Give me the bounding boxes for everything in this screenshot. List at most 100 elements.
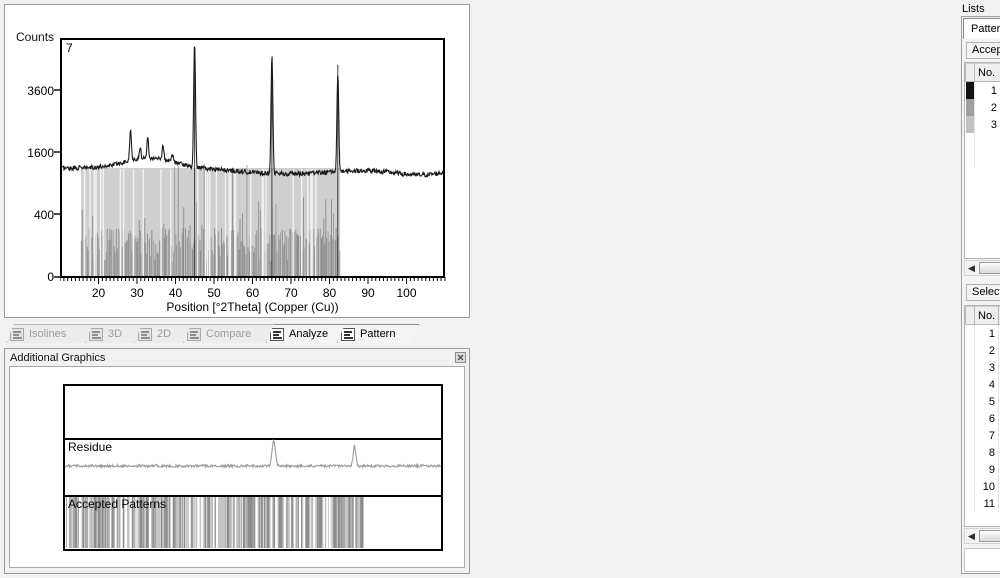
accepted-pattern-row: Accepted Pattern:: [964, 40, 1000, 61]
table-row[interactable]: 3ICD 01-074-1778Zinc Ph...Zn3 ( P O4 )2 …: [965, 116, 1000, 133]
view-tab-bar[interactable]: Isolines 3D 2D Compare Analyze Pattern: [6, 324, 470, 344]
view-tab-isolines[interactable]: Isolines: [6, 324, 94, 343]
diffraction-plot-svg: [62, 46, 443, 276]
analyze-icon: [270, 328, 284, 341]
residue-plot-svg: [64, 438, 442, 548]
pattern-list-hscrollbar[interactable]: ◀ ▶: [964, 260, 1000, 276]
x-tick-20: 20: [91, 286, 106, 300]
x-tick-100: 100: [396, 286, 417, 300]
table-row[interactable]: 4ICD 01-07...8Iron Phosph...0.020...Fe3 …: [965, 376, 1000, 393]
x-tick-90: 90: [361, 286, 375, 300]
row-selector[interactable]: [965, 444, 975, 461]
table-row[interactable]: 9ICD 01-07...4Zinc Iron Ph...1.700...Zn2…: [965, 461, 1000, 478]
lists-tab-bar[interactable]: Pattern ListScan ListPeak ListAnchor Sca…: [963, 18, 1000, 39]
residue-band-label: Residue: [68, 440, 113, 454]
y-tick-0: 0: [47, 270, 54, 284]
row-number: 3: [974, 359, 999, 376]
row-number: 6: [974, 410, 999, 427]
tab-label: Pattern List: [971, 23, 1000, 35]
view-tab-compare[interactable]: Compare: [183, 324, 275, 343]
view-tab-label: Isolines: [29, 328, 67, 340]
row-selector[interactable]: [965, 99, 975, 116]
row-selector[interactable]: [965, 342, 975, 359]
cube-icon: [89, 328, 103, 341]
row-selector[interactable]: [965, 376, 975, 393]
table-row[interactable]: 3ICD 03-06...9Iron10.77...FeC: [965, 359, 1000, 376]
view-tab-label: 3D: [108, 328, 123, 340]
row-number: 10: [974, 478, 999, 495]
candidate-col-selector[interactable]: [965, 306, 975, 325]
hscroll-thumb[interactable]: [979, 262, 1000, 274]
hscroll-thumb[interactable]: [979, 530, 1000, 542]
row-number: 1: [974, 324, 999, 342]
table-row[interactable]: 7ICD 01-07...4Hydrogen P...2.870...H3 P …: [965, 427, 1000, 444]
scroll-left-icon[interactable]: ◀: [965, 261, 978, 275]
tab-pattern-list[interactable]: Pattern List: [963, 18, 1000, 39]
compare-icon: [187, 328, 201, 341]
x-axis-title: Position [°2Theta] (Copper (Cu)): [166, 300, 339, 314]
row-selector[interactable]: [965, 495, 975, 512]
table-row[interactable]: 11ICD 01-07...4Hydrogen P...2.840...H3 P…: [965, 495, 1000, 512]
accepted-pattern-field[interactable]: Accepted Pattern:: [966, 42, 1000, 59]
view-tab-label: Pattern: [360, 328, 396, 340]
pattern-col-selector[interactable]: [965, 63, 975, 82]
row-selector[interactable]: [965, 359, 975, 376]
table-row[interactable]: 5ICD 00-05...6Iron Phosph...0.000...Fe P…: [965, 393, 1000, 410]
view-tab-analyze[interactable]: Analyze: [266, 324, 346, 343]
row-selector[interactable]: [965, 478, 975, 495]
y-tick-1600: 1600: [27, 146, 54, 160]
selected-candidate-row: Selected Candidate: 01-074-1778: [964, 283, 1000, 303]
x-tick-70: 70: [284, 286, 298, 300]
left-pane: Counts 7 3600 1600 400 0 20 30 40 50 60 70 80 9…: [0, 0, 478, 578]
row-number: 2: [974, 99, 1000, 116]
row-selector[interactable]: [965, 81, 975, 99]
row-number: 1: [974, 81, 1000, 99]
view-tab-3d[interactable]: 3D: [85, 324, 143, 343]
row-selector[interactable]: [965, 116, 975, 133]
scroll-left-icon[interactable]: ◀: [965, 529, 978, 543]
view-tab-pattern[interactable]: Pattern: [337, 324, 419, 343]
row-number: 11: [974, 495, 999, 512]
table-row[interactable]: 8ICD 00-02...4Iron Hydrog...0.000...H2 F…: [965, 444, 1000, 461]
table-row[interactable]: 1ICD 01-087-0722IronFe37390.968 B: [965, 81, 1000, 99]
view-tab-2d[interactable]: 2D: [134, 324, 192, 343]
y-tick-400: 400: [33, 208, 54, 222]
residue-and-patterns-plot[interactable]: Residue Accepted Patterns: [63, 384, 443, 551]
row-number: 9: [974, 461, 999, 478]
row-selector[interactable]: [965, 461, 975, 478]
candidate-list-hscrollbar[interactable]: ◀ ▶: [964, 528, 1000, 544]
row-number: 4: [974, 376, 999, 393]
diffraction-plot[interactable]: 7: [60, 38, 445, 278]
x-tick-marks: [60, 277, 446, 284]
status-area: [964, 548, 1000, 572]
table-row[interactable]: 10ICD 01-07...4Iron Phosph...4.220...Fe …: [965, 478, 1000, 495]
table-row[interactable]: 6ICD 00-00...5Zinc Hydroxi...0.000...Zn …: [965, 410, 1000, 427]
view-tab-label: 2D: [157, 328, 172, 340]
y-axis-title: Counts: [16, 30, 55, 44]
table-row-empty: [965, 150, 1000, 167]
table-row[interactable]: 2ICD 01-083-1246Zinc Iro...Zn2 Fe ( P O4…: [965, 99, 1000, 116]
table-row[interactable]: 1ICD 00-00...13Iron0.000...FeS: [965, 324, 1000, 342]
pattern-col-no[interactable]: No.: [974, 63, 1000, 82]
surface-icon: [138, 328, 152, 341]
x-tick-60: 60: [245, 286, 260, 300]
row-number: 7: [974, 427, 999, 444]
candidate-col-no[interactable]: No.: [974, 306, 999, 325]
y-tick-marks: [54, 89, 60, 278]
row-selector[interactable]: [965, 324, 975, 342]
table-row-empty: [965, 133, 1000, 150]
pattern-list-grid[interactable]: No.VisibleRef. CodeCompo...Chemical Form…: [964, 62, 1000, 259]
close-icon[interactable]: [455, 352, 466, 363]
table-row[interactable]: 2ICD 01-08...10Hydrogen0.320...H2C;NAT;N…: [965, 342, 1000, 359]
row-number: 2: [974, 342, 999, 359]
y-tick-3600: 3600: [27, 84, 54, 98]
row-selector[interactable]: [965, 393, 975, 410]
pattern-icon: [341, 328, 355, 341]
candidate-list-grid[interactable]: No.Ref. Code↷SCompound ...RIRChemical Fo…: [964, 305, 1000, 527]
selected-candidate-field[interactable]: Selected Candidate: 01-074-1778: [966, 284, 1000, 301]
row-selector[interactable]: [965, 410, 975, 427]
view-tab-label: Analyze: [289, 328, 329, 340]
row-selector[interactable]: [965, 427, 975, 444]
additional-graphics-title: Additional Graphics: [10, 352, 106, 364]
view-tab-label: Compare: [206, 328, 252, 340]
